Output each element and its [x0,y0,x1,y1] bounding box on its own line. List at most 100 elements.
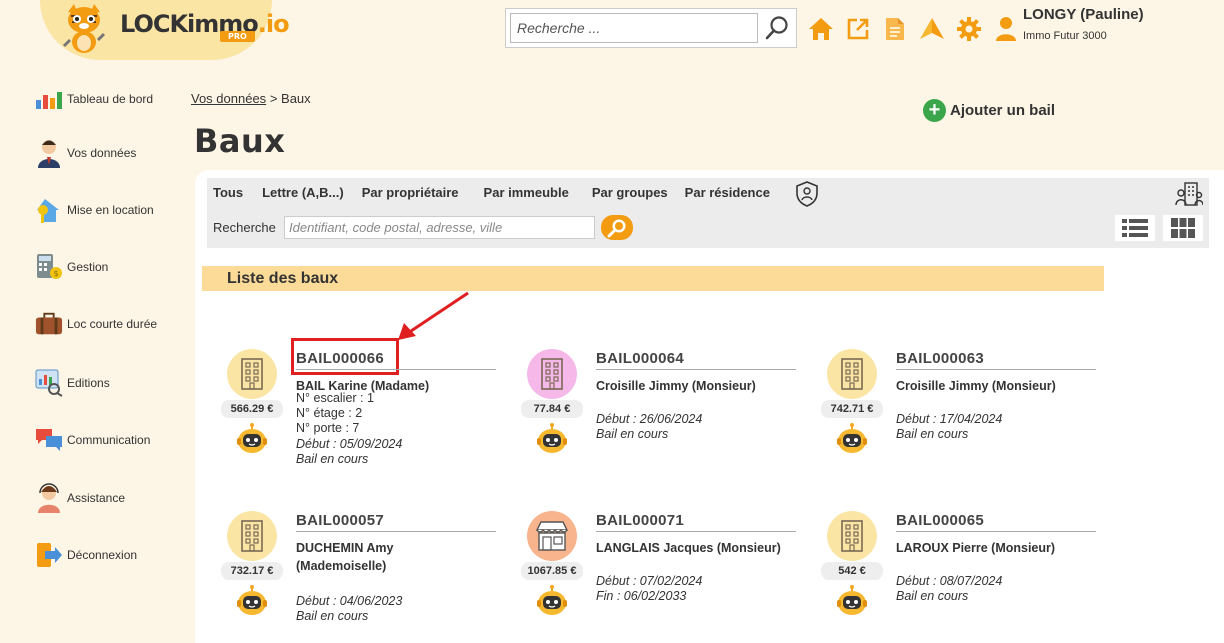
logo[interactable]: LOCKimmo.io PRO [40,0,290,60]
user-agency: Immo Futur 3000 [1023,30,1107,42]
lease-status: Fin : 06/02/2033 [596,589,687,603]
logo-pro-badge: PRO [220,31,255,42]
filter-search-button[interactable] [601,215,633,240]
building-icon [227,511,277,561]
lease-list-header: Liste des baux [202,266,1104,291]
lease-rent-amount: 732.17 € [221,562,283,580]
top-toolbar [808,14,1019,44]
home-button[interactable] [808,14,834,44]
send-button[interactable] [919,14,945,44]
external-link-icon [847,18,869,40]
lease-detail-line: N° porte : 7 [296,421,360,435]
global-search-input[interactable] [510,13,758,43]
breadcrumb-current: Baux [281,91,311,106]
lease-dates: Début : 08/07/2024 Bail en cours [896,574,1002,604]
breadcrumb: Vos données > Baux [191,91,311,106]
sidebar-item-communication[interactable]: Communication [35,426,150,454]
building-icon [227,349,277,399]
add-lease-button[interactable]: + Ajouter un bail [923,99,1055,122]
sidebar-item-mise-en-location[interactable]: Mise en location [35,196,154,224]
lease-rent-amount: 1067.85 € [521,562,583,580]
lease-reference-link[interactable]: BAIL000057 [296,512,384,529]
filter-tab-lettre[interactable]: Lettre (A,B...) [262,185,344,200]
sidebar-item-gestion[interactable]: $ Gestion [35,253,108,281]
logout-icon [35,541,63,569]
lease-status: Bail en cours [896,589,969,603]
lease-reference: BAIL000066 [296,350,496,370]
svg-text:$: $ [54,269,59,278]
sidebar-item-label: Mise en location [67,203,154,217]
robot-assistant-icon[interactable] [535,423,569,462]
search-icon [607,219,626,237]
robot-assistant-icon[interactable] [235,423,269,462]
filter-tab-immeuble[interactable]: Par immeuble [484,185,569,200]
filter-tab-proprietaire[interactable]: Par propriétaire [362,185,459,200]
lease-start-date: Début : 17/04/2024 [896,412,1003,426]
lease-card[interactable]: 77.84 € BAIL000064 Croisille Jimmy (Monsie… [521,349,811,489]
lease-reference-link[interactable]: BAIL000064 [596,350,684,367]
lease-card[interactable]: 542 € BAIL000065 LAROUX Pierre (Monsieur) D… [821,511,1111,643]
lease-start-date: Début : 05/09/2024 [296,437,403,451]
documents-button[interactable] [882,14,908,44]
lease-card[interactable]: 742.71 € BAIL000063 Croisille Jimmy (Monsi… [821,349,1111,489]
logo-text: LOCKimmo.io [120,10,290,38]
lease-status: Bail en cours [296,452,369,466]
profile-button[interactable] [993,14,1019,44]
lease-status: Bail en cours [896,427,969,441]
building-icon [827,511,877,561]
list-view-button[interactable] [1115,215,1155,241]
robot-assistant-icon[interactable] [835,423,869,462]
sidebar-item-assistance[interactable]: Assistance [35,483,125,513]
lease-status: Bail en cours [296,609,369,623]
sidebar-item-editions[interactable]: Editions [35,369,110,397]
robot-assistant-icon[interactable] [235,585,269,624]
filter-tabs: Tous Lettre (A,B...) Par propriétaire Pa… [213,185,770,200]
home-icon [809,18,833,40]
sidebar-item-vos-donnees[interactable]: Vos données [35,139,137,168]
calculator-icon: $ [35,253,63,281]
filter-tab-residence[interactable]: Par résidence [685,185,770,200]
shield-icon[interactable] [795,181,819,207]
lease-details: N° escalier : 1 N° étage : 2 N° porte : 7 [296,391,374,436]
document-icon [886,18,904,40]
lease-rent-amount: 77.84 € [521,400,583,418]
lease-card[interactable]: 1067.85 € BAIL000071 LANGLAIS Jacques (Mon… [521,511,811,643]
lease-tenant: DUCHEMIN Amy (Mademoiselle) [296,541,394,573]
external-link-button[interactable] [845,14,871,44]
robot-assistant-icon[interactable] [535,585,569,624]
lease-detail-line: N° étage : 2 [296,406,363,420]
settings-button[interactable] [956,14,982,44]
add-lease-label: Ajouter un bail [950,102,1055,119]
sidebar-item-label: Loc courte durée [67,317,158,331]
robot-assistant-icon[interactable] [835,585,869,624]
lease-reference: BAIL000064 [596,350,796,370]
grid-view-icon [1171,218,1195,238]
sidebar-item-deconnexion[interactable]: Déconnexion [35,541,137,569]
lease-start-date: Début : 07/02/2024 [596,574,703,588]
lease-reference-link[interactable]: BAIL000066 [296,350,384,367]
sidebar-item-loc-courte-duree[interactable]: Loc courte durée [35,310,157,338]
lease-reference-link[interactable]: BAIL000071 [596,512,684,529]
people-building-icon[interactable] [1175,181,1203,207]
lease-start-date: Début : 26/06/2024 [596,412,703,426]
filter-search-input[interactable] [284,216,595,239]
lease-rent-amount: 742.71 € [821,400,883,418]
lease-rent-amount: 542 € [821,562,883,580]
lease-tenant: LAROUX Pierre (Monsieur) [896,541,1056,555]
lease-reference: BAIL000065 [896,512,1096,532]
sidebar-item-label: Vos données [67,146,137,160]
lease-tenant: LANGLAIS Jacques (Monsieur) [596,541,781,555]
search-button[interactable] [761,13,793,43]
lease-reference-link[interactable]: BAIL000065 [896,512,984,529]
filter-tab-groupes[interactable]: Par groupes [592,185,668,200]
sidebar-item-dashboard[interactable]: Tableau de bord [35,85,153,113]
breadcrumb-separator: > [269,91,278,106]
filter-search-label: Recherche [213,220,276,235]
filter-tab-tous[interactable]: Tous [213,185,243,200]
grid-view-button[interactable] [1163,215,1203,241]
lease-reference-link[interactable]: BAIL000063 [896,350,984,367]
sidebar-item-label: Gestion [67,260,109,274]
breadcrumb-link-vos-donnees[interactable]: Vos données [191,91,266,106]
lease-card[interactable]: 732.17 € BAIL000057 DUCHEMIN Amy (Mademois… [221,511,511,643]
lease-card[interactable]: 566.29 € BAIL000066 BAIL Karine (Madame) N°… [221,349,511,489]
